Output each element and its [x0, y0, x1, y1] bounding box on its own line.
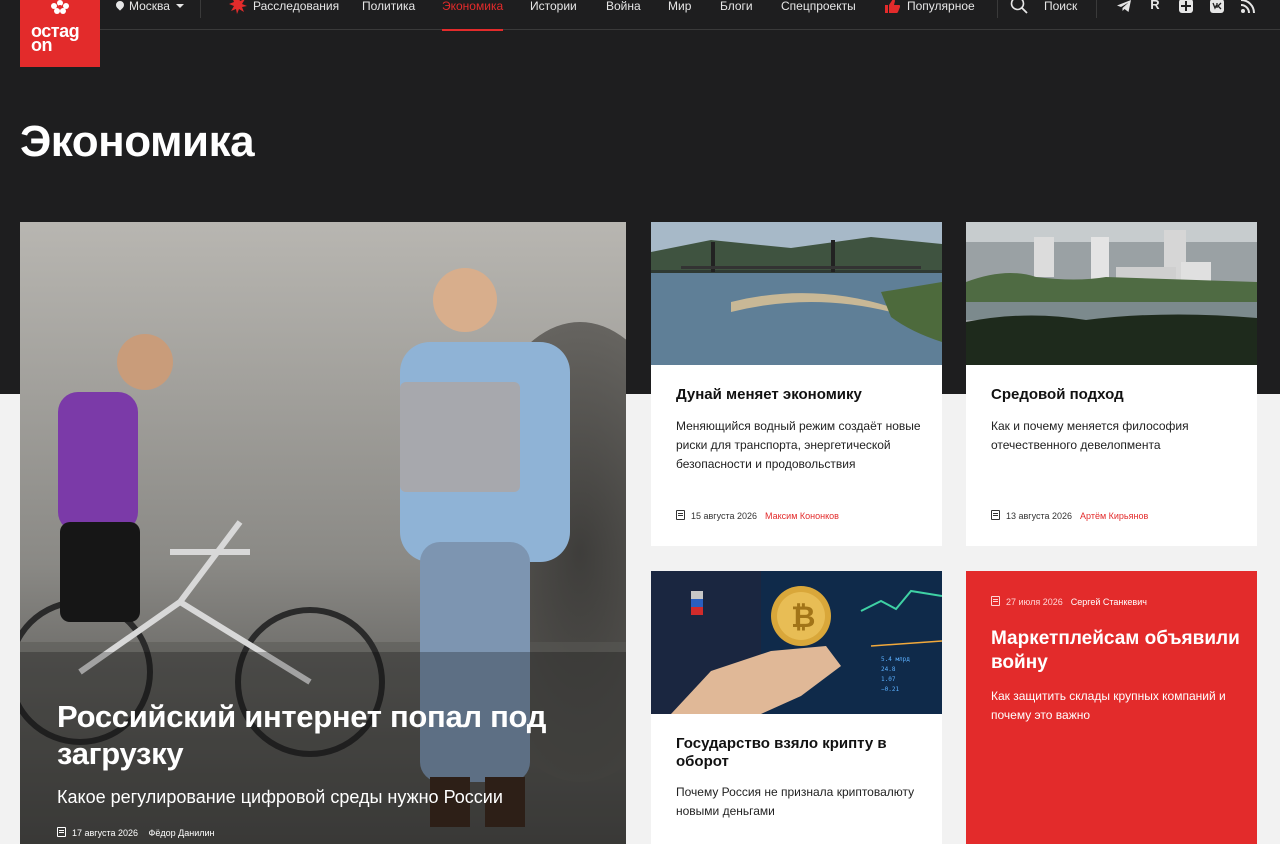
thumbs-up-icon — [885, 0, 900, 13]
article-date: 27 июля 2026 — [1006, 597, 1063, 607]
nav-investigations[interactable]: Расследования — [253, 0, 339, 12]
dzen-icon[interactable] — [1178, 0, 1194, 14]
document-icon — [991, 596, 1000, 606]
article-author[interactable]: Артём Кирьянов — [1080, 511, 1148, 521]
nav-world[interactable]: Мир — [668, 0, 691, 12]
article-description: Почему Россия не признала криптовалюту н… — [676, 785, 915, 818]
nav-divider — [200, 0, 201, 18]
rutube-icon[interactable]: R — [1147, 0, 1163, 14]
city-label: Москва — [129, 0, 170, 13]
svg-text:₿: ₿ — [791, 600, 815, 635]
nav-popular[interactable]: Популярное — [907, 0, 975, 12]
svg-text:24.8: 24.8 — [881, 666, 896, 673]
hero-author[interactable]: Фёдор Данилин — [149, 828, 215, 838]
article-card[interactable]: Дунай меняет экономику Меняющийся водный… — [651, 222, 942, 546]
chevron-down-icon — [175, 4, 184, 8]
article-title[interactable]: Средовой подход — [991, 386, 1241, 404]
article-description: Как защитить склады крупных компаний и п… — [991, 689, 1226, 722]
hero-article[interactable]: Российский интернет попал под загрузку К… — [20, 222, 626, 844]
article-date: 13 августа 2026 — [1006, 511, 1073, 521]
page-title: Экономика — [20, 117, 255, 166]
hero-title[interactable]: Российский интернет попал под загрузку — [57, 698, 617, 772]
location-pin-icon — [116, 1, 124, 11]
document-icon — [991, 510, 1000, 520]
nav-blogs[interactable]: Блоги — [720, 0, 753, 12]
article-card[interactable]: Средовой подход Как и почему меняется фи… — [966, 222, 1257, 546]
svg-text:1.07: 1.07 — [881, 676, 896, 683]
nav-divider — [1096, 0, 1097, 18]
rss-icon[interactable] — [1240, 0, 1256, 14]
nav-stories[interactable]: Истории — [530, 0, 577, 12]
article-meta: 15 августа 2026 Максим Кононков — [676, 510, 839, 522]
hero-meta: 17 августа 2026 Фёдор Данилин — [57, 827, 215, 839]
article-image: 5.4 млрд 24.8 1.07 −0.21 ₿ — [651, 571, 942, 714]
city-selector[interactable]: Москва — [116, 0, 184, 12]
burst-icon — [229, 0, 247, 14]
nav-special-projects[interactable]: Спецпроекты — [781, 0, 856, 12]
telegram-icon[interactable] — [1116, 0, 1132, 14]
svg-text:−0.21: −0.21 — [881, 686, 899, 693]
article-author[interactable]: Сергей Станкевич — [1071, 597, 1147, 607]
vk-icon[interactable] — [1209, 0, 1225, 14]
article-title[interactable]: Государство взяло крипту в оборот — [676, 735, 926, 771]
article-title[interactable]: Маркетплейсам объявили войну — [991, 627, 1241, 675]
article-date: 15 августа 2026 — [691, 511, 758, 521]
flower-icon — [51, 0, 69, 14]
document-icon — [57, 827, 66, 837]
article-meta: 13 августа 2026 Артём Кирьянов — [991, 510, 1148, 522]
document-icon — [676, 510, 685, 520]
article-title[interactable]: Дунай меняет экономику — [676, 386, 926, 404]
hero-subtitle: Какое регулирование цифровой среды нужно… — [57, 787, 503, 807]
article-author[interactable]: Максим Кононков — [765, 511, 839, 521]
logo-text: остаg on — [31, 22, 80, 54]
article-image — [966, 222, 1257, 365]
nav-economy[interactable]: Экономика — [442, 0, 504, 31]
hero-date: 17 августа 2026 — [72, 828, 139, 838]
featured-red-card[interactable]: 27 июля 2026 Сергей Станкевич Маркетплейс… — [966, 571, 1257, 844]
article-image — [651, 222, 942, 365]
nav-politics[interactable]: Политика — [362, 0, 415, 12]
search-icon[interactable] — [1010, 0, 1028, 14]
article-card[interactable]: 5.4 млрд 24.8 1.07 −0.21 ₿ Государство взял… — [651, 571, 942, 844]
site-logo[interactable]: остаg on — [20, 0, 100, 67]
nav-divider — [997, 0, 998, 18]
svg-text:5.4 млрд: 5.4 млрд — [881, 656, 910, 663]
article-description: Как и почему меняется философия отечеств… — [991, 419, 1189, 452]
article-meta: 27 июля 2026 Сергей Станкевич — [991, 596, 1147, 608]
search-button[interactable]: Поиск — [1044, 0, 1077, 12]
nav-war[interactable]: Война — [606, 0, 641, 12]
article-description: Меняющийся водный режим создаёт новые ри… — [676, 419, 921, 471]
